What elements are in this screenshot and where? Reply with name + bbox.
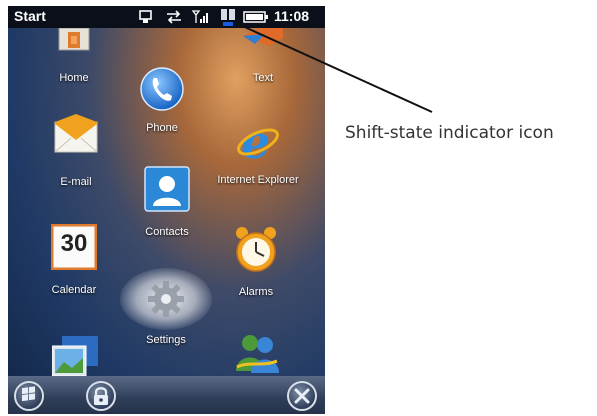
callout-label: Shift-state indicator icon [345, 123, 554, 143]
callout-pointer-line [237, 23, 433, 113]
